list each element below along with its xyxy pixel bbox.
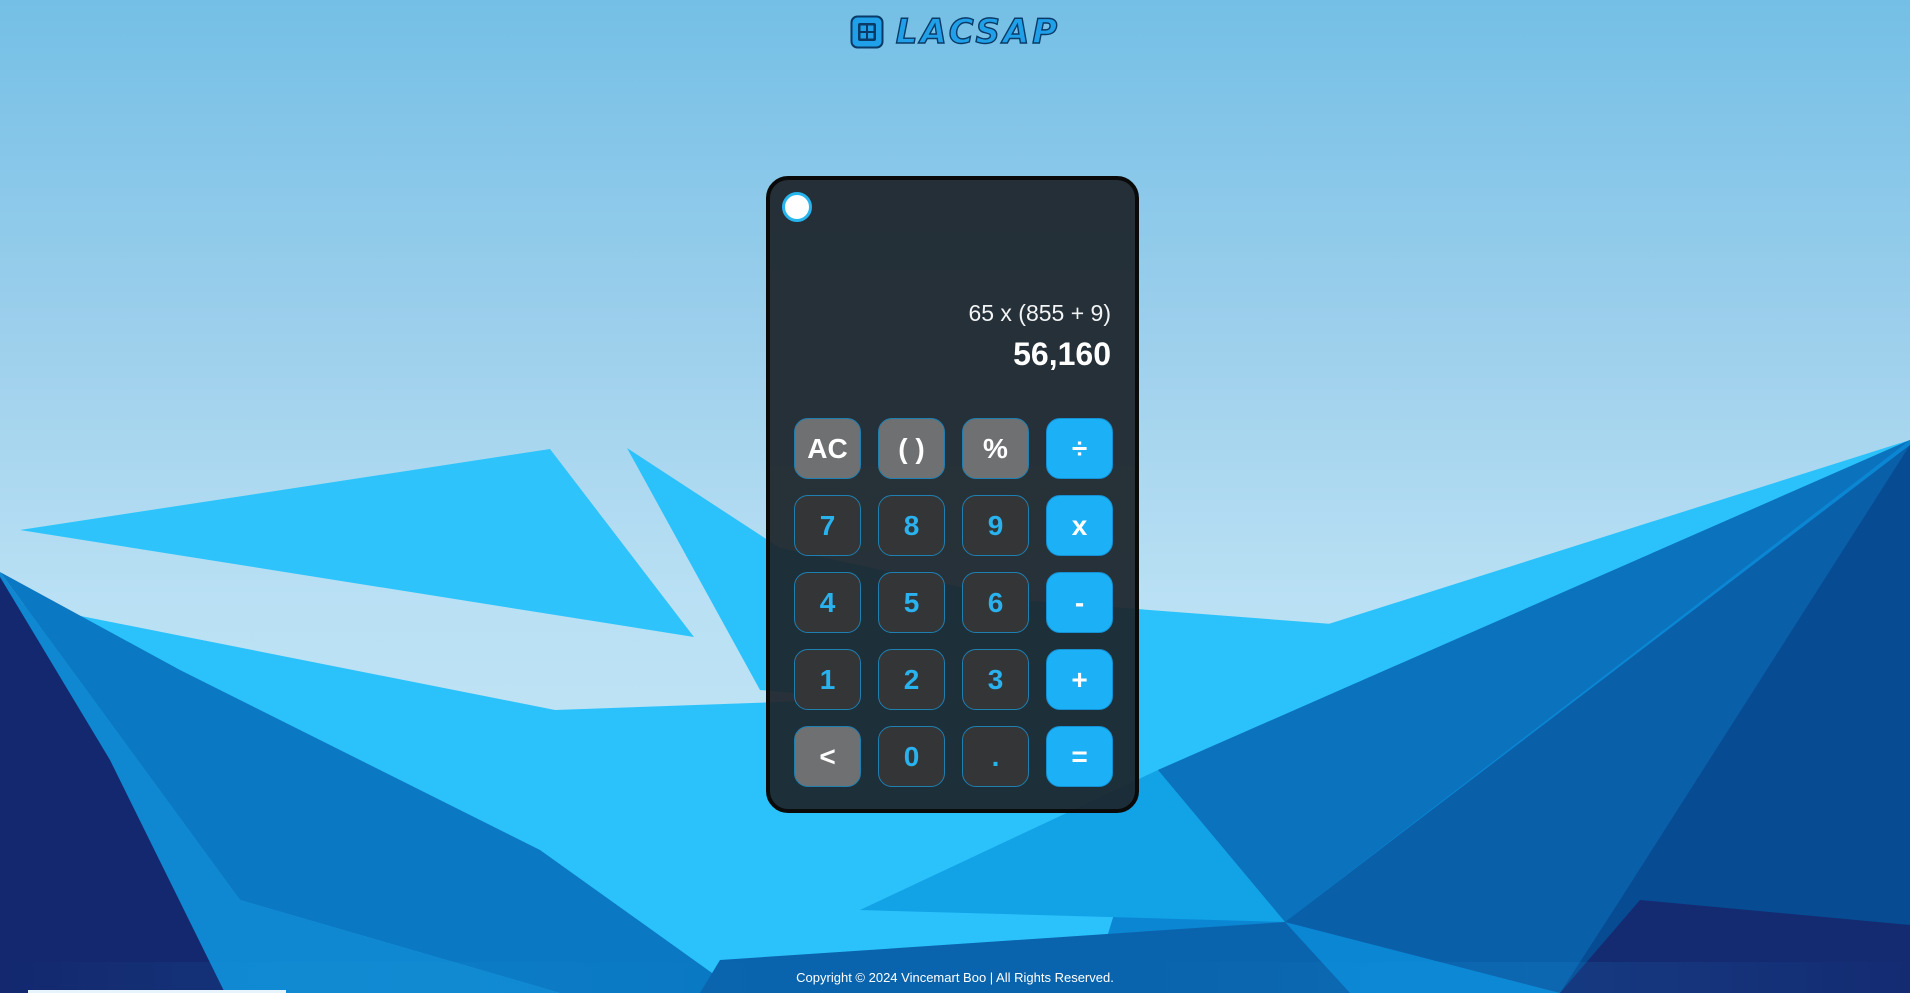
backspace-button[interactable]: < (794, 726, 861, 787)
app-title: LACSAP (895, 12, 1061, 52)
decimal-point-button[interactable]: . (962, 726, 1029, 787)
digit-6-button[interactable]: 6 (962, 572, 1029, 633)
digit-0-button[interactable]: 0 (878, 726, 945, 787)
digit-4-button[interactable]: 4 (794, 572, 861, 633)
equals-button[interactable]: = (1046, 726, 1113, 787)
clear-button[interactable]: AC (794, 418, 861, 479)
mountain-shape (20, 449, 694, 637)
digit-8-button[interactable]: 8 (878, 495, 945, 556)
result-display: 56,160 (1013, 336, 1111, 372)
calculator-panel: 65 x (855 + 9) 56,160 AC ( )% ÷ 7 8 9 x 4 5 6- 1 2 3… (766, 176, 1139, 813)
multiply-button[interactable]: x (1046, 495, 1113, 556)
header: LACSAP (0, 12, 1910, 52)
digit-7-button[interactable]: 7 (794, 495, 861, 556)
keypad: AC ( )% ÷ 7 8 9 x 4 5 6- 1 2 3 + <0. = (794, 418, 1113, 787)
calculator-icon (850, 15, 884, 49)
subtract-button[interactable]: - (1046, 572, 1113, 633)
theme-toggle-button[interactable] (782, 192, 812, 222)
digit-9-button[interactable]: 9 (962, 495, 1029, 556)
parentheses-button[interactable]: ( ) (878, 418, 945, 479)
divide-button[interactable]: ÷ (1046, 418, 1113, 479)
expression-display: 65 x (855 + 9) (968, 300, 1111, 326)
copyright-text: Copyright © 2024 Vincemart Boo | All Rig… (796, 970, 1114, 985)
footer: Copyright © 2024 Vincemart Boo | All Rig… (0, 962, 1910, 993)
percent-button[interactable]: % (962, 418, 1029, 479)
digit-1-button[interactable]: 1 (794, 649, 861, 710)
digit-5-button[interactable]: 5 (878, 572, 945, 633)
digit-3-button[interactable]: 3 (962, 649, 1029, 710)
digit-2-button[interactable]: 2 (878, 649, 945, 710)
logo[interactable]: LACSAP (850, 12, 1061, 52)
add-button[interactable]: + (1046, 649, 1113, 710)
